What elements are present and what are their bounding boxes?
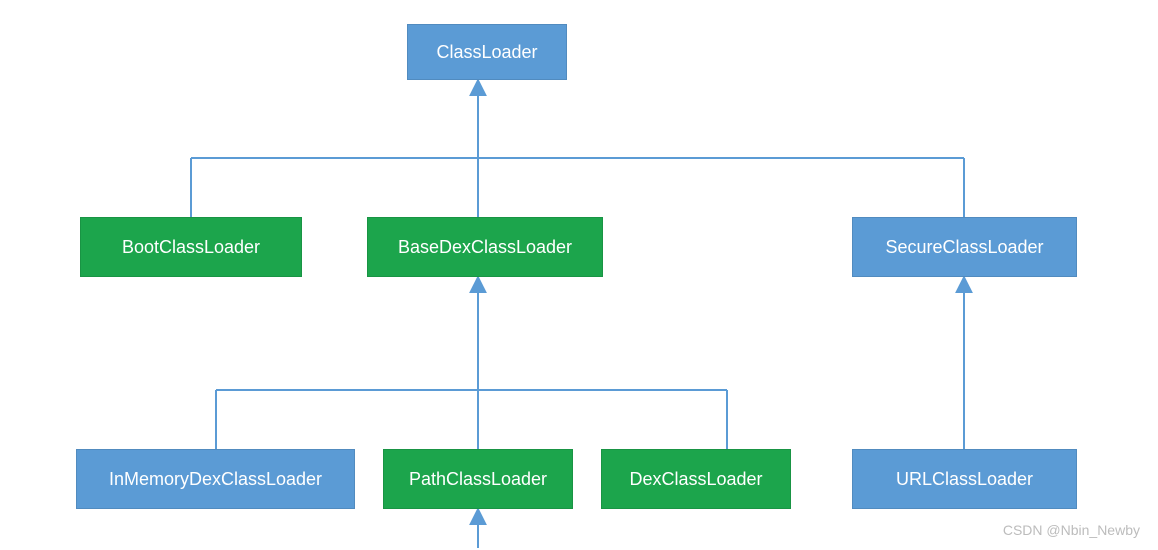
node-inmemorydexclassloader: InMemoryDexClassLoader xyxy=(76,449,355,509)
node-label: ClassLoader xyxy=(436,42,537,63)
node-basedexclassloader: BaseDexClassLoader xyxy=(367,217,603,277)
node-label: BaseDexClassLoader xyxy=(398,237,572,258)
node-dexclassloader: DexClassLoader xyxy=(601,449,791,509)
node-pathclassloader: PathClassLoader xyxy=(383,449,573,509)
node-label: BootClassLoader xyxy=(122,237,260,258)
node-label: URLClassLoader xyxy=(896,469,1033,490)
node-label: DexClassLoader xyxy=(629,469,762,490)
node-label: SecureClassLoader xyxy=(885,237,1043,258)
watermark-text: CSDN @Nbin_Newby xyxy=(1003,522,1140,538)
node-label: InMemoryDexClassLoader xyxy=(109,469,322,490)
node-classloader: ClassLoader xyxy=(407,24,567,80)
node-urlclassloader: URLClassLoader xyxy=(852,449,1077,509)
node-bootclassloader: BootClassLoader xyxy=(80,217,302,277)
node-secureclassloader: SecureClassLoader xyxy=(852,217,1077,277)
node-label: PathClassLoader xyxy=(409,469,547,490)
